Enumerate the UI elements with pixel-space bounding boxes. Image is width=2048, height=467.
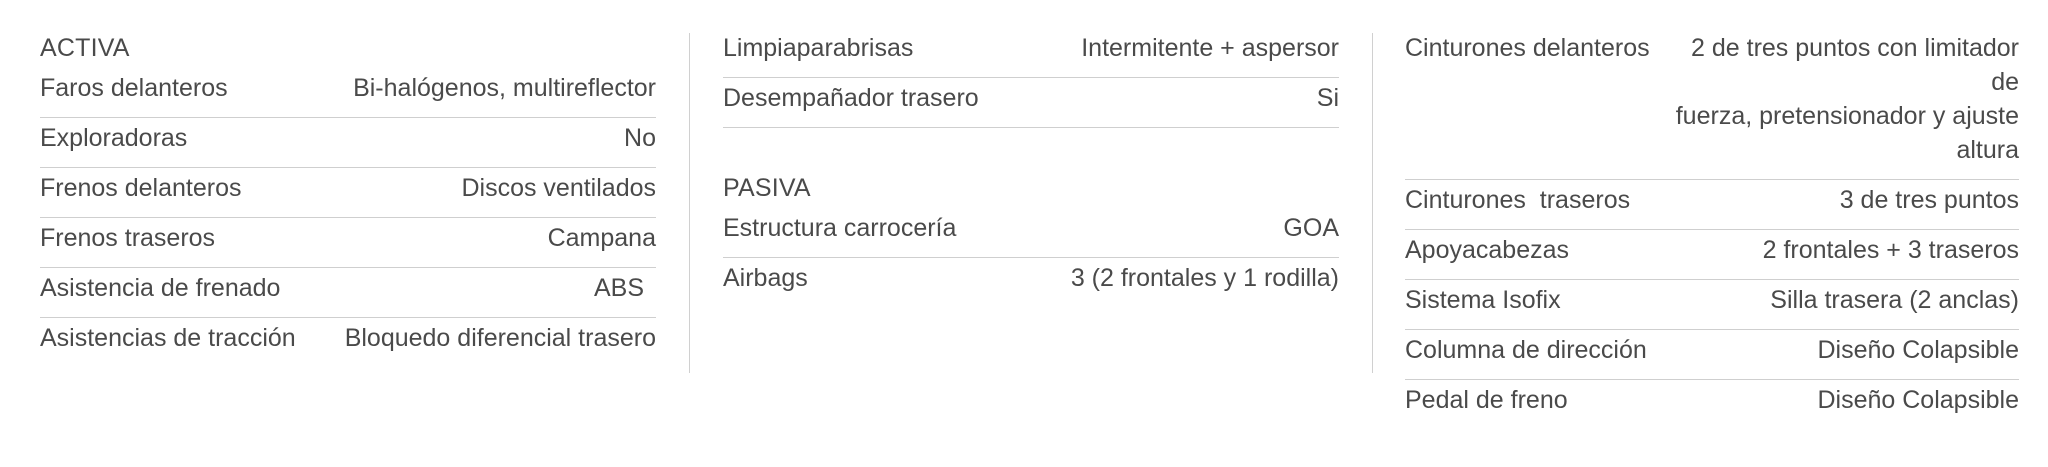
spec-label: Faros delanteros — [40, 74, 228, 102]
spec-row: Apoyacabezas 2 frontales + 3 traseros — [1405, 230, 2019, 280]
spec-label: Frenos delanteros — [40, 174, 242, 202]
spec-label: Limpiaparabrisas — [723, 34, 914, 62]
spec-label: Apoyacabezas — [1405, 236, 1570, 264]
spec-value: Diseño Colapsible — [1817, 386, 2019, 414]
spec-label: Asistencias de tracción — [40, 324, 296, 352]
spec-value: Diseño Colapsible — [1817, 336, 2019, 364]
spec-value: 2 de tres puntos con limitador de fuerza… — [1660, 31, 2019, 167]
spec-value-line: fuerza, pretensionador y ajuste altura — [1675, 102, 2019, 164]
spec-label: Exploradoras — [40, 124, 188, 152]
spec-label: Airbags — [723, 264, 808, 292]
spec-label: Cinturones delanteros — [1405, 34, 1650, 62]
spec-value: 3 de tres puntos — [1839, 186, 2019, 214]
spec-value: 2 frontales + 3 traseros — [1762, 236, 2019, 264]
spec-label: Pedal de freno — [1405, 386, 1568, 414]
spec-row: Pedal de freno Diseño Colapsible — [1405, 380, 2019, 429]
spec-row: Asistencia de frenado ABS — [40, 268, 656, 318]
middle-column: Limpiaparabrisas Intermitente + aspersor… — [723, 28, 1339, 307]
spec-row: Desempañador trasero Si — [723, 78, 1339, 128]
spec-value: No — [624, 124, 656, 152]
section-title-pasiva: PASIVA — [723, 174, 811, 202]
activa-column: ACTIVA Faros delanteros Bi-halógenos, mu… — [40, 28, 656, 367]
spec-value: Silla trasera (2 anclas) — [1770, 286, 2019, 314]
spec-row: Estructura carrocería GOA — [723, 208, 1339, 258]
spec-value: Si — [1316, 84, 1339, 112]
spec-row: Airbags 3 (2 frontales y 1 rodilla) — [723, 258, 1339, 307]
spec-row: Asistencias de tracción Bloquedo diferen… — [40, 318, 656, 367]
spec-row: Frenos traseros Campana — [40, 218, 656, 268]
spec-value: GOA — [1283, 214, 1339, 242]
spec-value: 3 (2 frontales y 1 rodilla) — [1070, 264, 1339, 292]
spec-row: Sistema Isofix Silla trasera (2 anclas) — [1405, 280, 2019, 330]
spec-row: Faros delanteros Bi-halógenos, multirefl… — [40, 68, 656, 118]
spec-label: Sistema Isofix — [1405, 286, 1561, 314]
spec-value: Campana — [547, 224, 656, 252]
spec-value: Discos ventilados — [461, 174, 656, 202]
spec-label: Asistencia de frenado — [40, 274, 281, 302]
spec-value: Bi-halógenos, multireflector — [353, 74, 656, 102]
spec-sheet: ACTIVA Faros delanteros Bi-halógenos, mu… — [0, 0, 2048, 467]
spec-row: Cinturones traseros 3 de tres puntos — [1405, 180, 2019, 230]
spec-row: Frenos delanteros Discos ventilados — [40, 168, 656, 218]
column-divider — [1372, 33, 1373, 373]
spec-row: Cinturones delanteros 2 de tres puntos c… — [1405, 28, 2019, 180]
spec-label: Desempañador trasero — [723, 84, 979, 112]
spec-label: Estructura carrocería — [723, 214, 957, 242]
right-column: Cinturones delanteros 2 de tres puntos c… — [1405, 28, 2019, 429]
spec-label: Columna de dirección — [1405, 336, 1647, 364]
spec-row: Columna de dirección Diseño Colapsible — [1405, 330, 2019, 380]
spec-row: Exploradoras No — [40, 118, 656, 168]
spec-label: Cinturones traseros — [1405, 186, 1631, 214]
spec-value-line: 2 de tres puntos con limitador de — [1691, 34, 2019, 96]
spec-value: Bloquedo diferencial trasero — [344, 324, 656, 352]
spec-value: ABS — [593, 274, 644, 302]
spec-row: Limpiaparabrisas Intermitente + aspersor — [723, 28, 1339, 78]
column-divider — [689, 33, 690, 373]
spec-value: Intermitente + aspersor — [1081, 34, 1339, 62]
section-title-activa: ACTIVA — [40, 34, 130, 62]
spec-label: Frenos traseros — [40, 224, 216, 252]
